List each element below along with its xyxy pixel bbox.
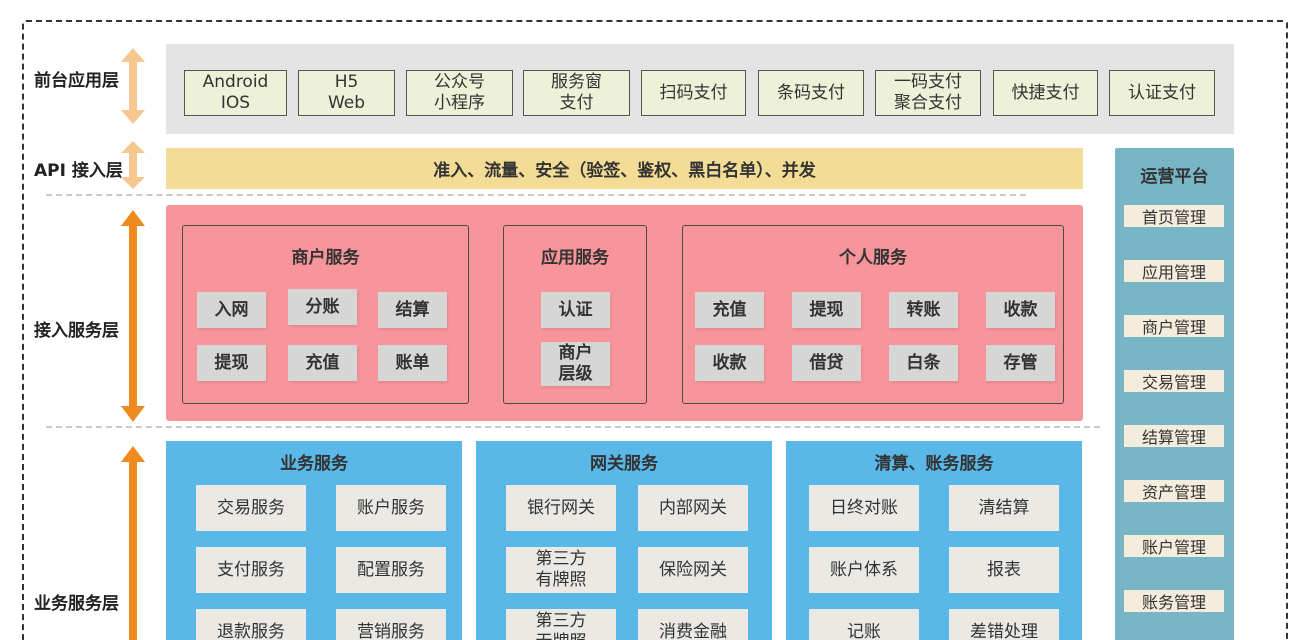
tile-personal-transfer: 转账 [889,292,958,328]
tile-third-party-licensed: 第三方 有牌照 [506,547,616,593]
front-item-aggregate-pay: 一码支付 聚合支付 [875,70,981,116]
tile-personal-credit: 白条 [889,345,958,381]
separator-access [46,426,1100,428]
layer-label-api: API 接入层 [34,161,123,181]
front-item-h5-web: H5 Web [298,70,395,116]
business-service-title: 业务服务 [280,454,348,474]
tile-error-handling: 差错处理 [949,609,1059,640]
tile-payment-service: 支付服务 [196,547,306,593]
front-item-official-account: 公众号 小程序 [406,70,513,116]
tile-personal-custody: 存管 [986,345,1055,381]
tile-personal-collect-2: 收款 [695,345,764,381]
tile-refund-service: 退款服务 [196,609,306,640]
tile-report: 报表 [949,547,1059,593]
gateway-service-title: 网关服务 [590,454,658,474]
tile-merchant-split: 分账 [288,289,357,325]
tile-account-service: 账户服务 [336,485,446,531]
tile-personal-withdraw: 提现 [792,292,861,328]
tile-bookkeeping: 记账 [809,609,919,640]
tile-trade-service: 交易服务 [196,485,306,531]
tile-personal-collect: 收款 [986,292,1055,328]
tile-insurance-gateway: 保险网关 [638,547,748,593]
tile-app-merchant-level: 商户 层级 [541,342,610,386]
tile-marketing-service: 营销服务 [336,609,446,640]
front-item-auth-pay: 认证支付 [1109,70,1215,116]
ops-item-asset: 资产管理 [1124,480,1224,502]
tile-app-auth: 认证 [541,292,610,328]
tile-clearing-settle: 清结算 [949,485,1059,531]
arrow-api-icon [121,141,145,189]
front-item-quick-pay: 快捷支付 [993,70,1098,116]
layer-label-access: 接入服务层 [34,321,119,341]
tile-account-system: 账户体系 [809,547,919,593]
tile-internal-gateway: 内部网关 [638,485,748,531]
separator-api [46,194,1026,196]
arrow-access-icon [121,210,145,422]
tile-merchant-onboard: 入网 [197,292,266,328]
api-band: 准入、流量、安全（验签、鉴权、黑白名单）、并发 [166,148,1083,189]
tile-bank-gateway: 银行网关 [506,485,616,531]
ops-item-trade: 交易管理 [1124,370,1224,392]
group-title: 商户服务 [291,248,360,268]
tile-merchant-withdraw: 提现 [197,345,266,381]
tile-config-service: 配置服务 [336,547,446,593]
ops-item-merchant: 商户管理 [1124,315,1224,337]
front-item-service-window: 服务窗 支付 [523,70,630,116]
tile-personal-topup: 充值 [695,292,764,328]
tile-consumer-finance: 消费金融 [638,609,748,640]
tile-merchant-settle: 结算 [378,292,447,328]
clearing-service-title: 清算、账务服务 [874,454,994,474]
ops-item-settlement: 结算管理 [1124,425,1224,447]
group-title: 应用服务 [541,248,609,268]
tile-personal-loan: 借贷 [792,345,861,381]
layer-label-business: 业务服务层 [34,594,119,614]
ops-item-app: 应用管理 [1124,260,1224,282]
ops-item-home: 首页管理 [1124,205,1224,227]
front-item-barcode-pay: 条码支付 [758,70,864,116]
front-item-scan-pay: 扫码支付 [641,70,746,116]
group-title: 个人服务 [839,248,907,268]
tile-merchant-topup: 充值 [288,345,357,381]
tile-merchant-bill: 账单 [378,345,447,381]
tile-daily-reconcile: 日终对账 [809,485,919,531]
tile-third-party-unlicensed: 第三方 无牌照 [506,609,616,640]
ops-item-ledger: 账务管理 [1124,590,1224,612]
front-item-android-ios: Android IOS [184,70,287,116]
layer-label-front: 前台应用层 [34,71,119,91]
arrow-front-icon [121,48,145,124]
ops-item-account: 账户管理 [1124,535,1224,557]
ops-platform-title: 运营平台 [1140,167,1209,187]
arrow-business-icon [121,446,145,640]
